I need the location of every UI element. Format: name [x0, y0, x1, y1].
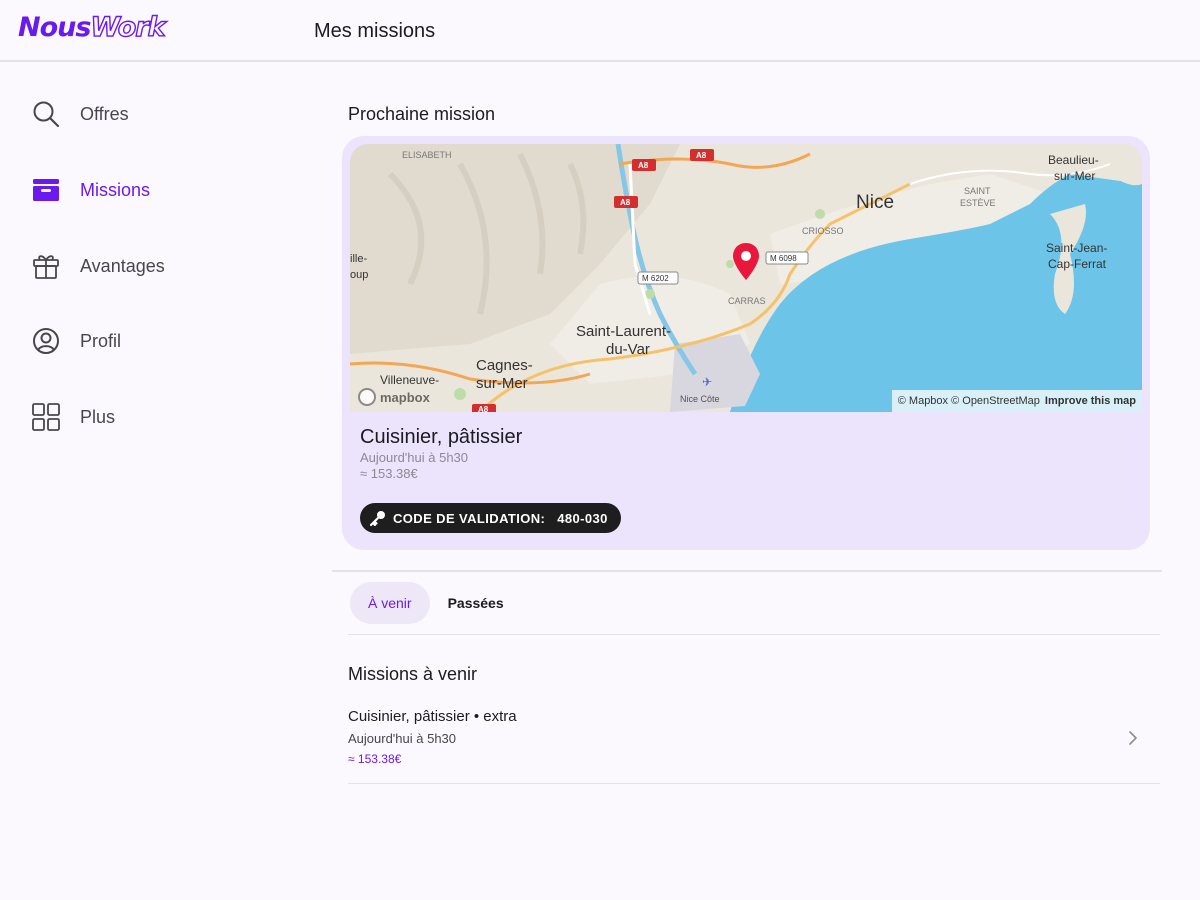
mission-title: Cuisinier, pâtissier: [360, 426, 523, 448]
key-icon: [369, 509, 387, 527]
mapbox-logo-text: mapbox: [380, 389, 430, 405]
next-mission-card[interactable]: A8 A8 A8 A8 M 6202 M 6098 Nice Saint-Lauren…: [342, 136, 1150, 550]
sidebar-item-label: Plus: [80, 406, 116, 427]
svg-text:ELISABETH: ELISABETH: [402, 150, 452, 160]
validation-code-value: 480-030: [557, 510, 608, 526]
mission-tabs: À venir Passées: [350, 582, 522, 624]
attribution-text[interactable]: © Mapbox © OpenStreetMap: [898, 395, 1040, 407]
list-item-time: Aujourd'hui à 5h30: [348, 731, 457, 746]
svg-text:Nice Côte: Nice Côte: [680, 394, 720, 404]
svg-text:SAINT: SAINT: [964, 186, 991, 196]
sidebar: Offres Missions Avantages Profil Plus: [0, 64, 300, 900]
sidebar-item-label: Profil: [80, 330, 122, 351]
location-pin-icon: [733, 243, 759, 280]
svg-text:A8: A8: [696, 151, 707, 160]
sidebar-item-plus[interactable]: Plus: [30, 399, 270, 435]
logo-part-2: Work: [90, 11, 167, 43]
section-divider: [332, 570, 1162, 572]
svg-text:oup: oup: [350, 269, 368, 281]
svg-text:Saint-Laurent-: Saint-Laurent-: [576, 323, 671, 340]
list-item-pay: ≈ 153.38€: [348, 752, 402, 766]
svg-text:A8: A8: [638, 161, 649, 170]
svg-text:du-Var: du-Var: [606, 341, 650, 358]
validation-code-label: CODE DE VALIDATION:: [393, 510, 546, 526]
svg-text:ESTÈVE: ESTÈVE: [960, 198, 996, 208]
svg-text:Cap-Ferrat: Cap-Ferrat: [1048, 257, 1107, 271]
search-icon: [30, 98, 62, 130]
tab-a-venir[interactable]: À venir: [350, 582, 430, 624]
page-title: Mes missions: [314, 20, 436, 42]
top-bar: NousWork Mes missions: [0, 0, 1200, 62]
mapbox-logo: mapbox: [358, 388, 430, 406]
mission-map[interactable]: A8 A8 A8 A8 M 6202 M 6098 Nice Saint-Lauren…: [350, 144, 1142, 412]
svg-text:M 6098: M 6098: [770, 254, 797, 263]
sidebar-item-label: Avantages: [80, 255, 165, 276]
upcoming-missions-title: Missions à venir: [348, 664, 478, 684]
inbox-icon: [30, 174, 62, 206]
svg-text:CRIOSSO: CRIOSSO: [802, 226, 844, 236]
svg-text:ille-: ille-: [350, 253, 367, 265]
svg-text:✈: ✈: [702, 375, 712, 389]
svg-text:A8: A8: [478, 405, 489, 412]
list-item[interactable]: Cuisinier, pâtissier • extra Aujourd'hui…: [348, 702, 1160, 784]
svg-text:Cagnes-: Cagnes-: [476, 357, 533, 374]
sidebar-item-avantages[interactable]: Avantages: [30, 248, 270, 284]
svg-text:sur-Mer: sur-Mer: [476, 375, 528, 392]
svg-text:M 6202: M 6202: [642, 274, 669, 283]
validation-code-badge[interactable]: CODE DE VALIDATION: 480-030: [360, 503, 621, 533]
mission-time: Aujourd'hui à 5h30: [360, 450, 469, 465]
svg-text:sur-Mer: sur-Mer: [1054, 169, 1095, 183]
next-mission-title: Prochaine mission: [348, 104, 496, 124]
map-attribution[interactable]: © Mapbox © OpenStreetMap Improve this ma…: [891, 390, 1142, 412]
sidebar-item-profil[interactable]: Profil: [30, 323, 270, 359]
sidebar-item-missions[interactable]: Missions: [30, 172, 270, 208]
svg-text:Nice: Nice: [856, 192, 894, 213]
tab-passees[interactable]: Passées: [430, 582, 522, 624]
sidebar-item-label: Offres: [80, 103, 129, 124]
svg-text:A8: A8: [620, 198, 631, 207]
grid-icon: [30, 401, 62, 433]
svg-text:CARRAS: CARRAS: [728, 296, 766, 306]
user-circle-icon: [30, 325, 62, 357]
mapbox-logo-icon: [358, 388, 376, 406]
mission-pay: ≈ 153.38€: [360, 466, 418, 481]
logo-part-1: Nous: [18, 12, 91, 43]
gift-icon: [30, 250, 62, 282]
svg-text:Beaulieu-: Beaulieu-: [1048, 153, 1099, 167]
svg-text:Saint-Jean-: Saint-Jean-: [1046, 241, 1107, 255]
tabs-divider: [348, 634, 1160, 635]
sidebar-item-label: Missions: [80, 179, 151, 200]
svg-text:Villeneuve-: Villeneuve-: [380, 373, 439, 387]
chevron-right-icon: [1129, 731, 1138, 745]
improve-map-link[interactable]: Improve this map: [1045, 395, 1136, 407]
nouswork-logo[interactable]: NousWork: [18, 11, 167, 43]
sidebar-item-offres[interactable]: Offres: [30, 96, 270, 132]
list-item-title: Cuisinier, pâtissier • extra: [348, 708, 517, 725]
